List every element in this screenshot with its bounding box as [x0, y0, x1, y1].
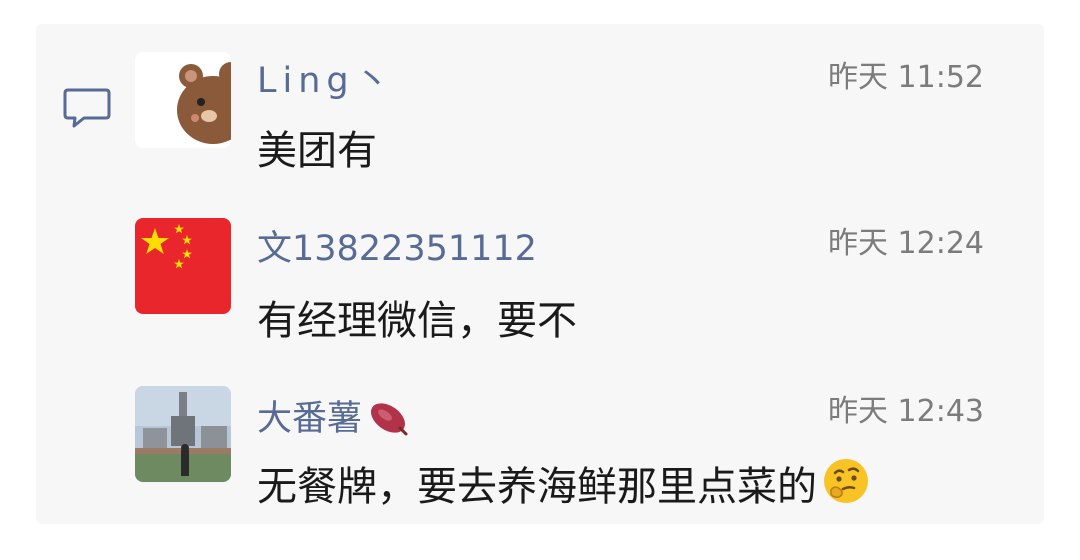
- comment-item[interactable]: Ling丶 昨天 11:52 美团有: [36, 24, 1044, 184]
- comment-text: 无餐牌，要去养海鲜那里点菜的: [257, 464, 817, 510]
- photo-avatar[interactable]: [135, 386, 231, 482]
- commenter-name-text: 大番薯: [257, 399, 363, 439]
- sweet-potato-icon: [370, 403, 408, 436]
- commenter-name[interactable]: 文13822351112: [257, 220, 537, 271]
- bear-avatar[interactable]: [135, 52, 231, 148]
- comment-item[interactable]: 文13822351112 昨天 12:24 有经理微信，要不: [36, 184, 1044, 354]
- comment-time: 昨天 12:43: [828, 394, 984, 429]
- comment-text: 有经理微信，要不: [257, 298, 577, 344]
- comment-time: 昨天 12:24: [828, 226, 984, 261]
- commenter-name[interactable]: 大番薯: [257, 390, 410, 441]
- comment-message: 无餐牌，要去养海鲜那里点菜的: [257, 454, 871, 512]
- commenter-name[interactable]: Ling丶: [257, 52, 396, 103]
- comment-bubble-icon: [63, 88, 111, 128]
- comments-panel: Ling丶 昨天 11:52 美团有 文13822351112 昨天 12:24…: [36, 24, 1044, 524]
- comment-item[interactable]: 大番薯 昨天 12:43 无餐牌，要去养海鲜那里点菜的: [36, 354, 1044, 524]
- comment-time: 昨天 11:52: [828, 60, 984, 95]
- thinking-face-icon: [824, 459, 868, 503]
- china-flag-avatar[interactable]: [135, 218, 231, 314]
- comment-text: 美团有: [257, 128, 377, 174]
